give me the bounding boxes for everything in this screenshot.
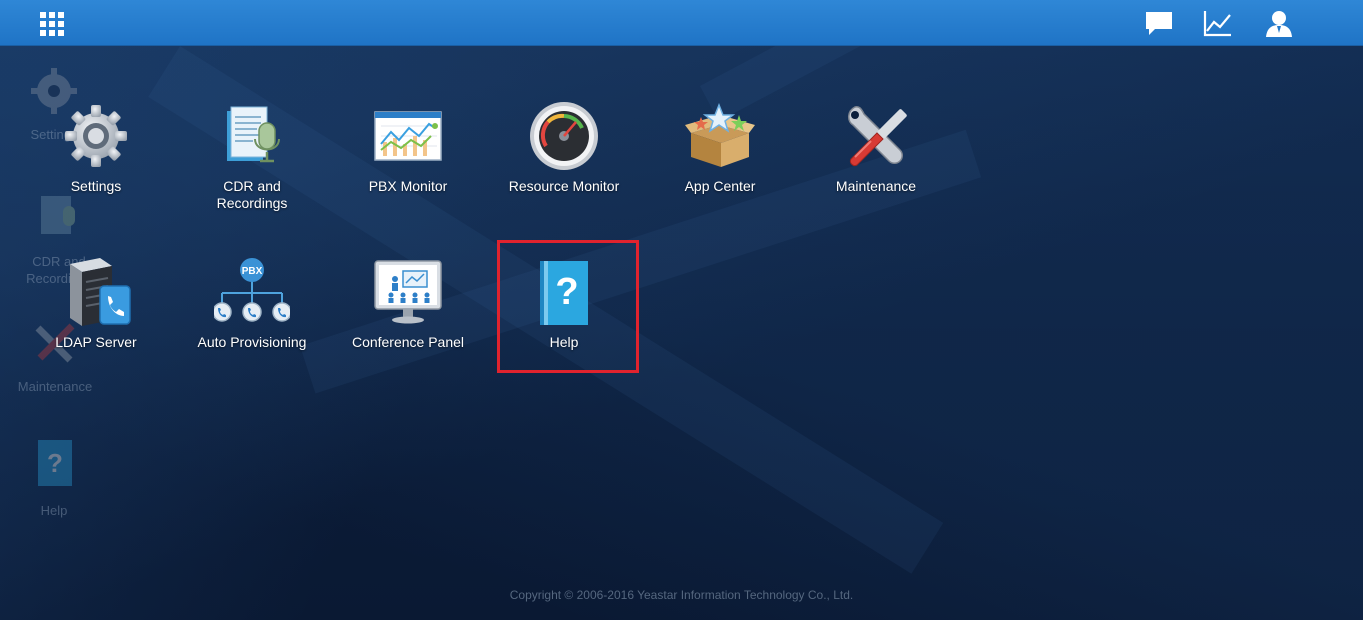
app-app-center[interactable]: App Center	[660, 98, 780, 195]
conference-monitor-icon	[374, 260, 442, 324]
pbx-monitor-icon	[374, 111, 442, 161]
grid-menu-icon[interactable]	[40, 12, 66, 36]
app-settings[interactable]: Settings	[36, 98, 156, 195]
gear-icon	[65, 105, 127, 167]
top-bar	[0, 0, 1363, 46]
ghost-help: ? Help	[22, 438, 86, 518]
gauge-icon	[530, 102, 598, 170]
app-auto-provisioning[interactable]: PBX Auto Provisioning	[192, 254, 312, 351]
copyright-footer: Copyright © 2006-2016 Yeastar Informatio…	[509, 588, 854, 602]
pbx-tree-icon: PBX	[214, 258, 290, 322]
svg-text:?: ?	[47, 448, 63, 478]
cdr-recordings-icon	[41, 196, 75, 234]
server-phone-icon	[70, 258, 131, 326]
chat-bubble-icon[interactable]	[1144, 9, 1174, 37]
user-icon[interactable]	[1264, 9, 1294, 37]
help-highlight-frame	[497, 240, 639, 373]
help-book-icon: ?	[38, 440, 72, 486]
app-conference-panel[interactable]: Conference Panel	[348, 254, 468, 351]
app-ldap-server[interactable]: LDAP Server	[36, 254, 156, 351]
box-stars-icon	[685, 103, 755, 167]
wrench-screwdriver-icon	[848, 106, 907, 166]
cdr-recordings-icon	[227, 106, 280, 163]
app-maintenance[interactable]: Maintenance	[816, 98, 936, 195]
line-chart-icon[interactable]	[1203, 9, 1233, 37]
pbx-badge: PBX	[242, 266, 263, 277]
app-pbx-monitor[interactable]: PBX Monitor	[348, 98, 468, 195]
app-resource-monitor[interactable]: Resource Monitor	[504, 98, 624, 195]
app-cdr-and-recordings[interactable]: CDR and Recordings	[192, 98, 312, 212]
